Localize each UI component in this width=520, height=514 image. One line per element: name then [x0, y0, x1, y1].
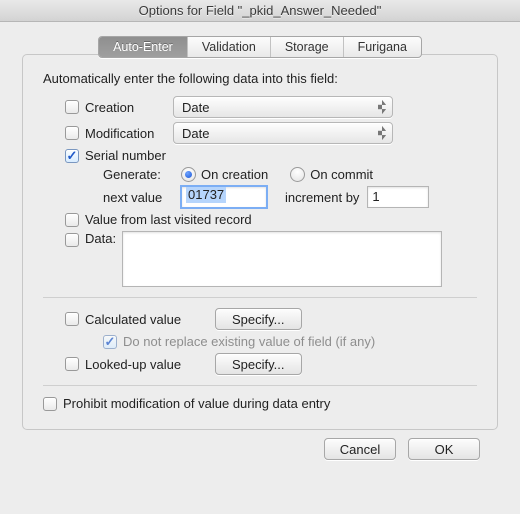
- calculated-label: Calculated value: [85, 312, 215, 327]
- calculated-specify-button[interactable]: Specify...: [215, 308, 302, 330]
- on-commit-label: On commit: [310, 167, 373, 182]
- increment-input[interactable]: 1: [367, 186, 429, 208]
- creation-label: Creation: [85, 100, 173, 115]
- data-textarea[interactable]: [122, 231, 442, 287]
- data-label: Data:: [85, 231, 116, 246]
- next-value-input[interactable]: 01737: [181, 186, 267, 208]
- prohibit-label: Prohibit modification of value during da…: [63, 396, 330, 411]
- generate-label: Generate:: [103, 167, 181, 182]
- serial-number-label: Serial number: [85, 148, 166, 163]
- tab-furigana[interactable]: Furigana: [344, 37, 421, 57]
- ok-button[interactable]: OK: [408, 438, 480, 460]
- on-creation-label: On creation: [201, 167, 268, 182]
- on-commit-radio[interactable]: [290, 167, 305, 182]
- prohibit-checkbox[interactable]: [43, 397, 57, 411]
- modification-label: Modification: [85, 126, 173, 141]
- tab-bar: Auto-Enter Validation Storage Furigana: [98, 36, 422, 58]
- intro-text: Automatically enter the following data i…: [43, 71, 477, 86]
- modification-checkbox[interactable]: [65, 126, 79, 140]
- do-not-replace-label: Do not replace existing value of field (…: [123, 334, 375, 349]
- tab-validation[interactable]: Validation: [188, 37, 271, 57]
- creation-checkbox[interactable]: [65, 100, 79, 114]
- creation-select[interactable]: Date: [173, 96, 393, 118]
- modification-select[interactable]: Date: [173, 122, 393, 144]
- auto-enter-panel: Automatically enter the following data i…: [22, 54, 498, 430]
- value-from-last-label: Value from last visited record: [85, 212, 252, 227]
- do-not-replace-checkbox: [103, 335, 117, 349]
- data-checkbox[interactable]: [65, 233, 79, 247]
- looked-up-label: Looked-up value: [85, 357, 215, 372]
- increment-label: increment by: [285, 190, 359, 205]
- separator-2: [43, 385, 477, 386]
- separator: [43, 297, 477, 298]
- tab-auto-enter[interactable]: Auto-Enter: [99, 37, 188, 57]
- tab-storage[interactable]: Storage: [271, 37, 344, 57]
- serial-number-checkbox[interactable]: [65, 149, 79, 163]
- looked-up-specify-button[interactable]: Specify...: [215, 353, 302, 375]
- value-from-last-checkbox[interactable]: [65, 213, 79, 227]
- looked-up-checkbox[interactable]: [65, 357, 79, 371]
- window-title: Options for Field "_pkid_Answer_Needed": [0, 0, 520, 22]
- cancel-button[interactable]: Cancel: [324, 438, 396, 460]
- calculated-checkbox[interactable]: [65, 312, 79, 326]
- next-value-label: next value: [103, 190, 181, 205]
- on-creation-radio[interactable]: [181, 167, 196, 182]
